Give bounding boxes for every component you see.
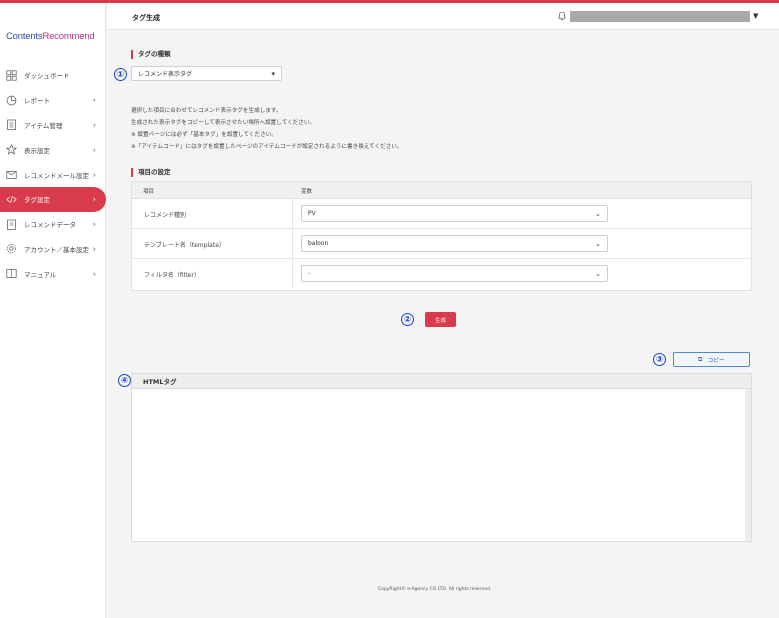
data-icon: [6, 219, 17, 230]
chevron-right-icon: ›: [92, 95, 96, 105]
copy-icon: ⧉: [698, 355, 703, 363]
sidebar-item[interactable]: ダッシュボード: [0, 63, 106, 88]
account-selector[interactable]: [570, 11, 750, 22]
row-label: レコメンド種別: [144, 212, 187, 219]
sidebar-item[interactable]: レコメンドデータ ›: [0, 212, 106, 237]
recommend-type-select[interactable]: PV ⌄: [301, 205, 608, 222]
chevron-down-icon: ⌄: [595, 209, 601, 218]
header: タグ生成 ▼: [107, 3, 779, 30]
description-line: 選択した項目に合わせてレコメンド表示タグを生成します。: [131, 108, 282, 114]
sidebar-item-label: 表示設定: [24, 146, 50, 155]
marker-4: ④: [118, 374, 131, 387]
sidebar-item-label: アカウント／基本設定: [24, 245, 89, 254]
settings-title: 項目の設定: [131, 168, 171, 177]
sidebar-item-label: レポート: [24, 97, 50, 106]
scrollbar[interactable]: [745, 389, 751, 541]
table-header: 項目 変数: [132, 182, 751, 199]
marker-1: ①: [114, 68, 127, 81]
chevron-down-icon: ⌄: [595, 269, 601, 278]
sidebar-nav: ダッシュボード レポート › アイテム管理 › 表示設定 › レコメンドメール設定 › タグ設定 ›…: [0, 63, 106, 286]
chevron-down-icon: ▾: [271, 69, 275, 78]
row-divider: [292, 259, 293, 289]
chevron-right-icon: ›: [92, 145, 96, 155]
report-icon: [6, 95, 17, 106]
template-value: baloon: [308, 240, 329, 247]
row-label: テンプレート名（template）: [144, 242, 225, 249]
tag-type-select-value: レコメンド表示タグ: [138, 71, 193, 78]
col-value-header: 変数: [301, 189, 313, 195]
sidebar-item-label: タグ設定: [24, 196, 50, 205]
mail-icon: [6, 169, 17, 180]
sidebar-item-label: アイテム管理: [24, 121, 63, 130]
chevron-down-icon: ⌄: [595, 239, 601, 248]
marker-2: ②: [401, 313, 414, 326]
html-tag-panel: HTMLタグ: [131, 373, 752, 542]
sidebar-item-label: マニュアル: [24, 270, 57, 279]
sidebar: ContentsRecommend ダッシュボード レポート › アイテム管理 › 表示設…: [0, 3, 106, 618]
recommend-type-value: PV: [308, 210, 316, 217]
sidebar-item[interactable]: レコメンドメール設定 ›: [0, 162, 106, 187]
sidebar-item-label: レコメンドメール設定: [24, 171, 89, 180]
description-line: ※ 設置ページには必ず「基本タグ」を設置してください。: [131, 132, 277, 138]
sidebar-item[interactable]: 表示設定 ›: [0, 137, 106, 162]
chevron-right-icon: ›: [92, 194, 96, 204]
chevron-right-icon: ›: [92, 120, 96, 130]
marker-3: ③: [653, 353, 666, 366]
sidebar-item-label: ダッシュボード: [24, 72, 70, 81]
account-caret-icon[interactable]: ▼: [753, 12, 758, 20]
row-divider: [292, 199, 293, 229]
col-item-header: 項目: [143, 189, 155, 195]
chevron-right-icon: ›: [92, 170, 96, 180]
chevron-right-icon: ›: [92, 269, 96, 279]
row-divider: [292, 229, 293, 259]
page-title: タグ生成: [132, 14, 160, 22]
chevron-right-icon: ›: [92, 244, 96, 254]
bell-icon[interactable]: [557, 11, 567, 21]
app-logo[interactable]: ContentsRecommend: [6, 31, 95, 42]
footer-copyright: CopyRight© e-Agency CO LTD. All rights r…: [378, 587, 492, 592]
sidebar-item[interactable]: アイテム管理 ›: [0, 113, 106, 138]
filter-value: -: [308, 270, 311, 277]
star-icon: [6, 144, 17, 155]
gear-icon: [6, 243, 17, 254]
tag-type-select[interactable]: レコメンド表示タグ ▾: [131, 66, 282, 81]
template-select[interactable]: baloon ⌄: [301, 235, 608, 252]
description: 選択した項目に合わせてレコメンド表示タグを生成します。 生成された表示タグをコピ…: [131, 105, 403, 153]
html-tag-title: HTMLタグ: [132, 374, 751, 389]
item-icon: [6, 119, 17, 131]
sidebar-item[interactable]: マニュアル ›: [0, 261, 106, 286]
sidebar-item-label: レコメンドデータ: [24, 221, 76, 230]
row-label: フィルタ名（filter）: [144, 272, 200, 279]
dashboard-icon: [6, 70, 17, 81]
code-icon: [6, 194, 17, 205]
book-icon: [6, 268, 17, 279]
copy-button[interactable]: ⧉ コピー: [673, 352, 750, 367]
tag-type-title: タグの種類: [131, 50, 171, 59]
description-line: 生成された表示タグをコピーして表示させたい場所へ設置してください。: [131, 120, 316, 126]
sidebar-item[interactable]: アカウント／基本設定 ›: [0, 237, 106, 262]
description-line: ※「アイテムコード」にはタグを設置したページのアイテムコードが設定されるように書…: [131, 144, 403, 150]
copy-button-label: コピー: [707, 358, 725, 364]
sidebar-item[interactable]: レポート ›: [0, 88, 106, 113]
chevron-right-icon: ›: [92, 219, 96, 229]
sidebar-item[interactable]: タグ設定 ›: [0, 186, 106, 212]
filter-select[interactable]: - ⌄: [301, 265, 608, 282]
html-tag-output[interactable]: [132, 389, 751, 541]
generate-button[interactable]: 生成: [425, 312, 456, 327]
